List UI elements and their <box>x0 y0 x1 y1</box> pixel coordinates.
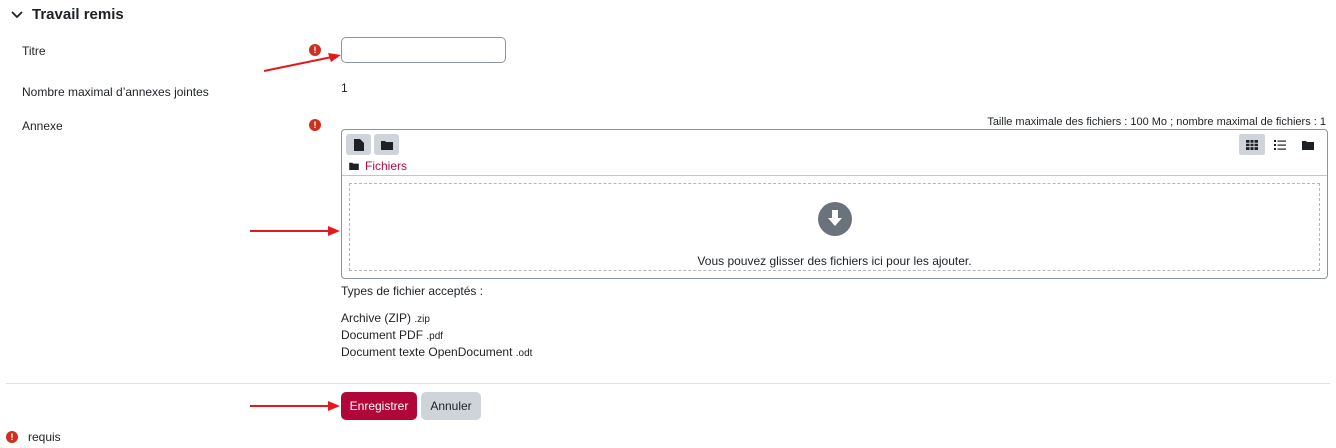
drop-zone[interactable]: Vous pouvez glisser des fichiers ici pou… <box>349 183 1320 271</box>
chevron-down-icon <box>11 10 23 18</box>
accepted-type-ext: .pdf <box>426 331 444 342</box>
save-button[interactable]: Enregistrer <box>341 392 417 420</box>
annotation-arrow-title <box>263 53 341 72</box>
max-attachments-value: 1 <box>341 81 348 95</box>
file-limits-text: Taille maximale des fichiers : 100 Mo ; … <box>987 116 1326 128</box>
title-label: Titre <box>22 44 46 58</box>
accepted-type-item: Document texte OpenDocument .odt <box>341 345 532 359</box>
accepted-type-name: Document PDF <box>341 328 424 342</box>
list-view-button[interactable] <box>1267 134 1293 155</box>
accepted-type-ext: .odt <box>515 348 533 359</box>
divider <box>342 175 1327 176</box>
accepted-types-heading: Types de fichier acceptés : <box>341 284 484 298</box>
file-manager-toolbar <box>346 134 399 155</box>
annotation-arrow-dropzone <box>250 226 340 236</box>
folder-view-icon <box>1302 140 1314 150</box>
add-file-icon <box>353 138 364 151</box>
required-icon: ! <box>6 431 18 443</box>
breadcrumb: Fichiers <box>349 159 407 173</box>
accepted-type-item: Document PDF .pdf <box>341 328 443 342</box>
annotation-arrow-save <box>250 401 340 411</box>
title-input[interactable] <box>341 37 506 63</box>
attachment-label: Annexe <box>22 119 63 133</box>
drop-zone-text: Vous pouvez glisser des fichiers ici pou… <box>697 254 972 268</box>
file-manager: Fichiers Vous pouvez glisser des fichier… <box>341 129 1328 279</box>
file-manager-views <box>1239 134 1321 155</box>
folder-view-button[interactable] <box>1295 134 1321 155</box>
breadcrumb-files-link[interactable]: Fichiers <box>365 159 407 173</box>
list-view-icon <box>1274 139 1286 150</box>
section-toggle-travail-remis[interactable]: Travail remis <box>10 6 124 23</box>
required-icon: ! <box>309 119 321 131</box>
accepted-type-ext: .zip <box>414 314 430 325</box>
folder-icon <box>349 162 359 170</box>
grid-view-button[interactable] <box>1239 134 1265 155</box>
grid-view-icon <box>1246 139 1258 150</box>
section-title: Travail remis <box>32 6 124 23</box>
required-legend: ! requis <box>6 430 61 444</box>
max-attachments-label: Nombre maximal d’annexes jointes <box>22 85 209 99</box>
accepted-type-item: Archive (ZIP) .zip <box>341 311 430 325</box>
download-arrow-icon <box>817 202 852 236</box>
cancel-button[interactable]: Annuler <box>421 392 481 420</box>
create-folder-icon <box>380 140 393 150</box>
create-folder-button[interactable] <box>374 134 399 155</box>
accepted-type-name: Document texte OpenDocument <box>341 345 513 359</box>
add-file-button[interactable] <box>346 134 371 155</box>
required-legend-label: requis <box>28 430 61 444</box>
form-divider <box>6 383 1330 384</box>
accepted-type-name: Archive (ZIP) <box>341 311 412 325</box>
